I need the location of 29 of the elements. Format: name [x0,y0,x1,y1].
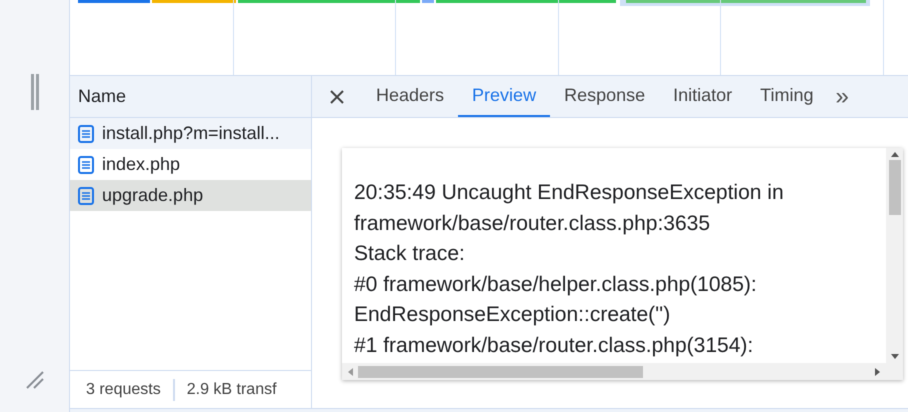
column-header[interactable]: Name [70,76,311,118]
tab[interactable]: Headers [362,76,458,117]
scroll-down-icon[interactable] [890,354,898,360]
scrollbar-thumb[interactable] [358,366,643,378]
document-icon [78,156,94,174]
request-name: upgrade.php [102,184,204,207]
scroll-right-icon[interactable] [875,368,881,376]
status-text: 2.9 kB transf [186,380,277,400]
resize-grip-icon[interactable] [24,370,44,390]
tab[interactable]: Response [550,76,660,117]
request-name: index.php [102,153,180,176]
preview-text: 20:35:49 Uncaught EndResponseException in framework/base/router.class.php:3635 Stack trace: #0 framework/base/helper.class.php(1085): EndResponseException::create('') #1 framework/base/router.class.php(3154): [353,180,785,358]
request-name: install.php?m=install... [102,122,280,145]
status-text: 3 requests [86,380,161,400]
document-icon [78,124,94,142]
more-tabs-button[interactable]: » [828,76,857,117]
vertical-scrollbar[interactable] [886,148,903,363]
scroll-up-icon[interactable] [890,151,898,157]
scroll-left-icon[interactable] [347,368,353,376]
request-row[interactable]: upgrade.php [70,180,311,211]
drag-handle-icon[interactable] [30,74,40,110]
horizontal-scrollbar[interactable] [342,363,903,380]
close-icon [329,88,345,104]
document-icon [78,186,94,204]
scrollbar-thumb[interactable] [888,160,900,215]
tab[interactable]: Initiator [659,76,746,117]
request-row[interactable]: install.php?m=install... [70,118,311,149]
tab[interactable]: Preview [458,76,550,117]
tab[interactable]: Timing [746,76,828,117]
